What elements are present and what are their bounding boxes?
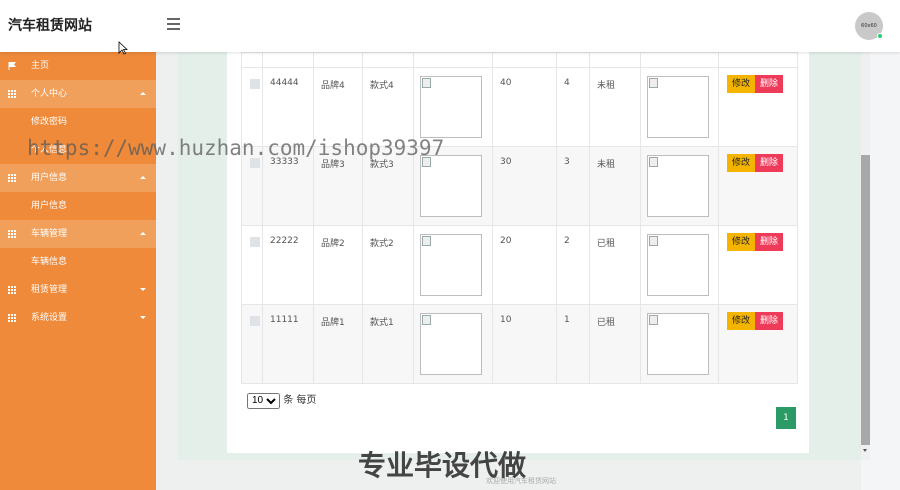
grid-icon	[8, 174, 16, 182]
vertical-scrollbar[interactable]	[861, 52, 870, 460]
sidebar-item-label: 个人中心	[31, 89, 68, 99]
sidebar-item-label: 用户信息	[31, 173, 68, 183]
cell-brand: 品牌1	[313, 304, 363, 384]
sidebar-group-settings[interactable]: 系统设置	[0, 304, 156, 332]
table-row: 22222 品牌2 款式2 20 2 已租 修改 删除	[241, 225, 798, 305]
cell-model: 款式2	[362, 225, 414, 305]
row-checkbox[interactable]	[250, 316, 260, 326]
delete-button[interactable]: 删除	[755, 154, 784, 172]
sidebar-item-label: 车辆信息	[31, 257, 68, 267]
cell-id: 44444	[262, 67, 314, 147]
sidebar-item-personal-info[interactable]: 个人信息	[0, 136, 156, 164]
table-row: 33333 品牌3 款式3 30 3 未租 修改 删除	[241, 146, 798, 226]
cell-id: 11111	[262, 304, 314, 384]
footer-text: 欢迎使用汽车租赁网站	[486, 477, 556, 485]
cell-price: 40	[492, 67, 557, 147]
edit-button[interactable]: 修改	[727, 75, 756, 93]
vehicle-image	[420, 155, 482, 217]
delete-button[interactable]: 删除	[755, 233, 784, 251]
sidebar-item-label: 系统设置	[31, 313, 68, 323]
row-checkbox[interactable]	[250, 237, 260, 247]
chevron-down-icon	[140, 288, 146, 291]
chevron-up-icon	[140, 176, 146, 179]
grid-icon	[8, 230, 16, 238]
sidebar-group-vehicles[interactable]: 车辆管理	[0, 220, 156, 248]
vehicle-image	[420, 313, 482, 375]
page-1-button[interactable]: 1	[776, 407, 796, 429]
sidebar-item-label: 用户信息	[31, 201, 68, 211]
delete-button[interactable]: 删除	[755, 75, 784, 93]
page-size-select[interactable]: 10	[247, 392, 280, 409]
cell-price: 30	[492, 146, 557, 226]
sidebar-group-rentals[interactable]: 租赁管理	[0, 276, 156, 304]
delete-button[interactable]: 删除	[755, 312, 784, 330]
cell-status: 已租	[589, 225, 641, 305]
sidebar-item-home[interactable]: 主页	[0, 52, 156, 80]
page-size-label: 条 每页	[283, 395, 317, 406]
vehicle-table-panel: 44444 品牌4 款式4 40 4 未租 修改 删除 33333 品牌3 款式3…	[227, 52, 809, 453]
cell-status: 已租	[589, 304, 641, 384]
sidebar-item-label: 个人信息	[31, 145, 68, 155]
sidebar-group-personal[interactable]: 个人中心	[0, 80, 156, 108]
cell-id: 33333	[262, 146, 314, 226]
edit-button[interactable]: 修改	[727, 154, 756, 172]
grid-icon	[8, 286, 16, 294]
grid-icon	[8, 90, 16, 98]
mouse-cursor-icon	[118, 41, 128, 55]
sidebar-item-label: 租赁管理	[31, 285, 68, 295]
grid-icon	[8, 314, 16, 322]
row-checkbox[interactable]	[250, 79, 260, 89]
cell-status: 未租	[589, 146, 641, 226]
table-row: 11111 品牌1 款式1 10 1 已租 修改 删除	[241, 304, 798, 384]
cell-id: 22222	[262, 225, 314, 305]
scrollbar-thumb[interactable]	[861, 155, 870, 445]
app-title: 汽车租赁网站	[8, 18, 92, 34]
chevron-down-icon	[140, 316, 146, 319]
row-checkbox[interactable]	[250, 158, 260, 168]
cell-brand: 品牌2	[313, 225, 363, 305]
sidebar-item-label: 主页	[31, 61, 50, 71]
chevron-up-icon	[140, 92, 146, 95]
top-bar: 汽车租赁网站 60x60	[0, 0, 900, 55]
vehicle-image	[647, 76, 709, 138]
edit-button[interactable]: 修改	[727, 233, 756, 251]
flag-icon	[8, 62, 16, 70]
scroll-down-icon[interactable]	[863, 449, 867, 452]
sidebar-item-change-password[interactable]: 修改密码	[0, 108, 156, 136]
cell-price: 10	[492, 304, 557, 384]
edit-button[interactable]: 修改	[727, 312, 756, 330]
table-row: 44444 品牌4 款式4 40 4 未租 修改 删除	[241, 67, 798, 147]
sidebar: 主页 个人中心 修改密码 个人信息 用户信息 用户信息 车辆管理 车辆信息 租赁…	[0, 52, 156, 490]
page-size-control: 10 条 每页	[247, 391, 316, 409]
sidebar-group-users[interactable]: 用户信息	[0, 164, 156, 192]
vehicle-image	[420, 76, 482, 138]
cell-stock: 4	[556, 67, 590, 147]
cell-model: 款式3	[362, 146, 414, 226]
vehicle-image	[647, 155, 709, 217]
sidebar-item-label: 车辆管理	[31, 229, 68, 239]
cell-price: 20	[492, 225, 557, 305]
vehicle-image	[420, 234, 482, 296]
main-content: 44444 品牌4 款式4 40 4 未租 修改 删除 33333 品牌3 款式3…	[156, 52, 868, 490]
online-status-icon	[877, 33, 883, 39]
cell-status: 未租	[589, 67, 641, 147]
sidebar-item-user-info[interactable]: 用户信息	[0, 192, 156, 220]
cell-stock: 2	[556, 225, 590, 305]
sidebar-item-label: 修改密码	[31, 117, 68, 127]
vehicle-image	[647, 313, 709, 375]
table-row	[241, 52, 798, 68]
cell-stock: 1	[556, 304, 590, 384]
sidebar-item-vehicle-info[interactable]: 车辆信息	[0, 248, 156, 276]
menu-toggle-icon[interactable]	[167, 18, 180, 32]
cell-model: 款式4	[362, 67, 414, 147]
chevron-up-icon	[140, 232, 146, 235]
cell-brand: 品牌3	[313, 146, 363, 226]
cell-stock: 3	[556, 146, 590, 226]
vehicle-image	[647, 234, 709, 296]
cell-brand: 品牌4	[313, 67, 363, 147]
cell-model: 款式1	[362, 304, 414, 384]
vehicle-table: 44444 品牌4 款式4 40 4 未租 修改 删除 33333 品牌3 款式3…	[241, 52, 798, 384]
